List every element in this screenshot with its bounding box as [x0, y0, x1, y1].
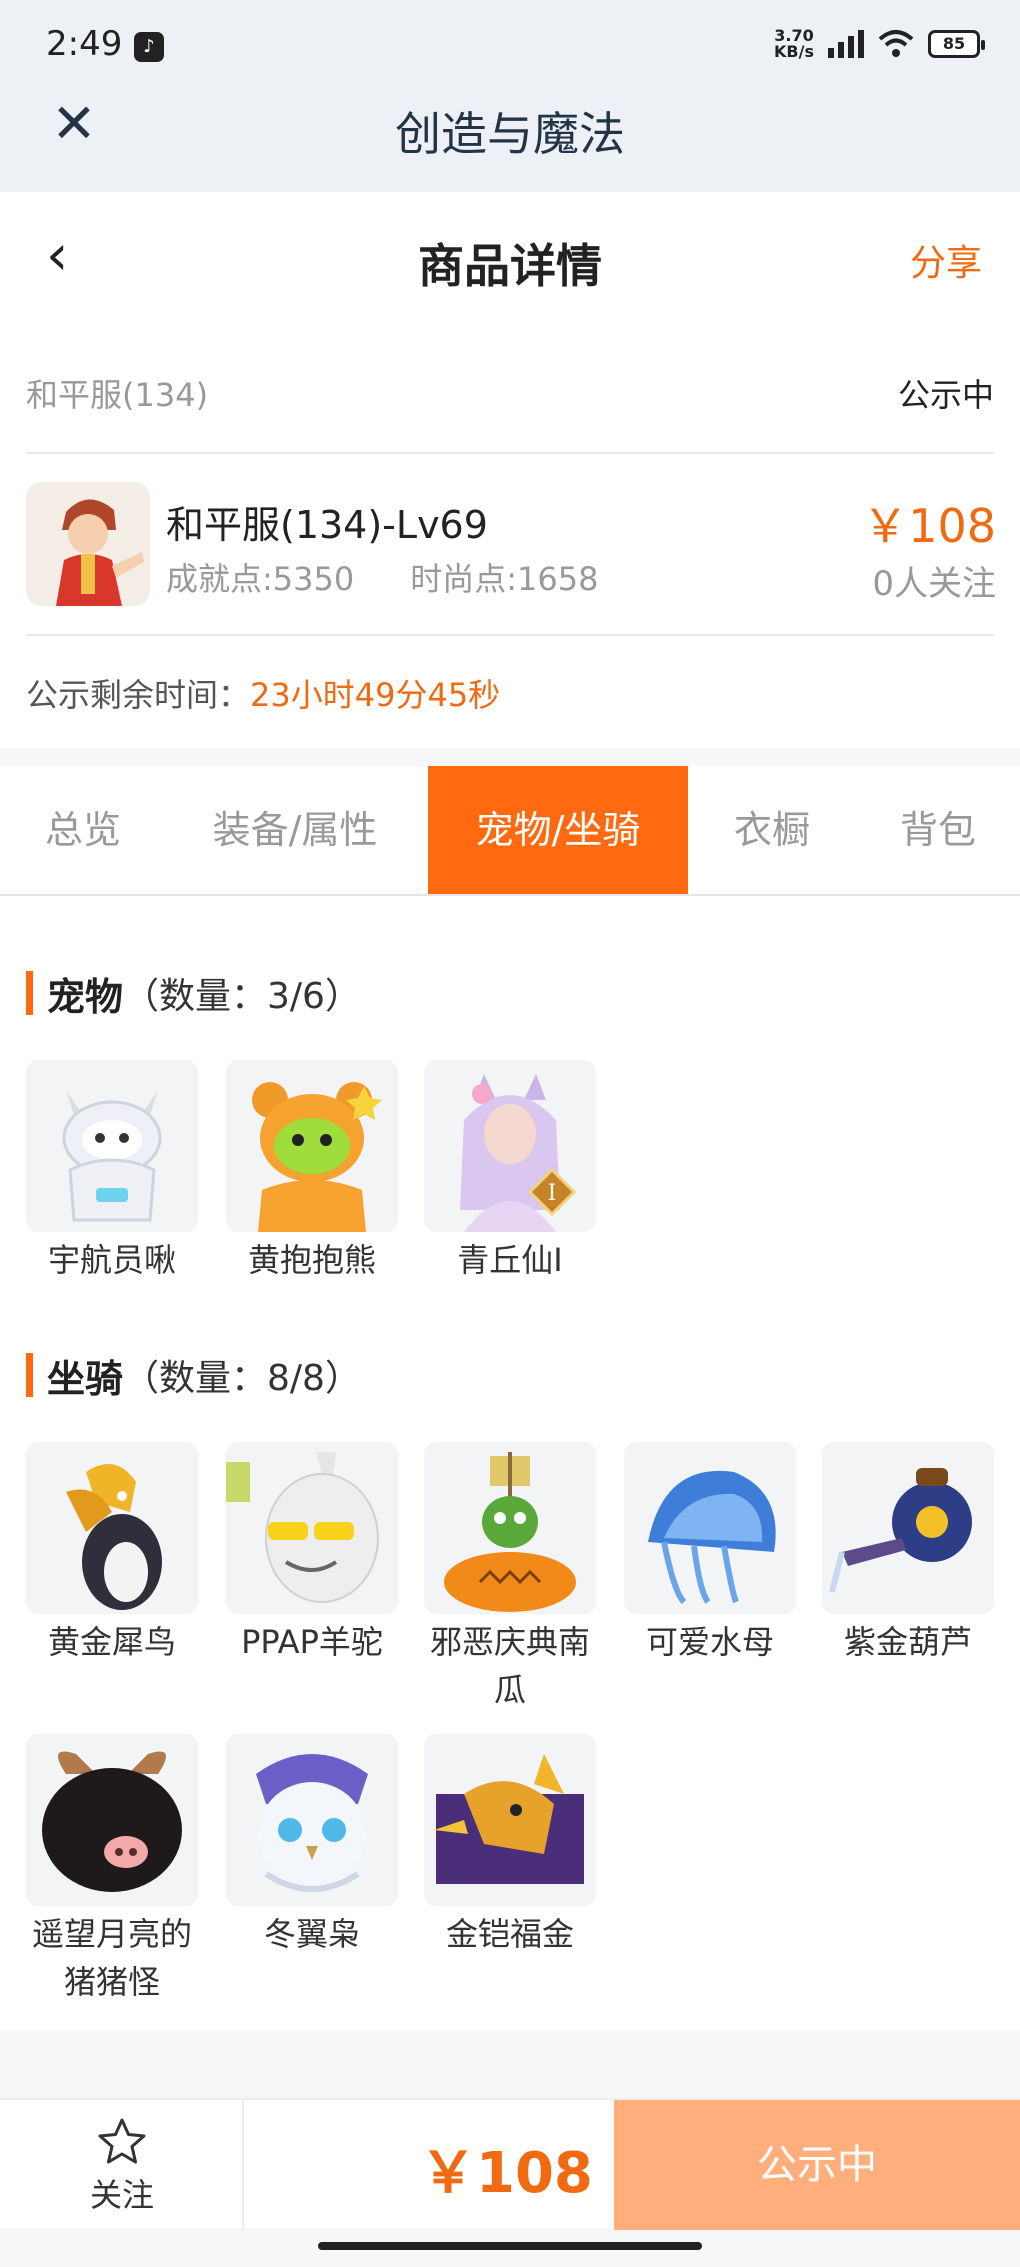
bottom-action-bar: 关注 ￥108 公示中 [0, 2098, 1020, 2230]
mount-item[interactable]: 黄金犀鸟 [26, 1442, 198, 1666]
mount-name: 可爱水母 [645, 1623, 774, 1661]
publicity-status-button[interactable]: 公示中 [614, 2100, 1020, 2230]
mounts-count: （数量：8/8） [123, 1358, 361, 1399]
section-marker [26, 1353, 33, 1397]
mount-name: 冬翼枭 [263, 1915, 360, 1953]
mount-item[interactable]: 遥望月亮的猪猪怪 [26, 1734, 198, 2006]
server-row: 和平服(134) 公示中 [26, 370, 994, 420]
page-title: 商品详情 [418, 239, 602, 293]
follow-button[interactable]: 关注 [0, 2100, 244, 2230]
status-icons: 3.70 KB/s 85 [774, 28, 985, 60]
pet-image: I [424, 1060, 596, 1232]
top-bar: 2:49 ♪ 3.70 KB/s 85 ✕ 创造与魔法 [0, 0, 1020, 192]
star-icon [98, 2118, 146, 2164]
mount-name: 金铠福金 [445, 1915, 574, 1953]
remaining-time: 23小时49分45秒 [250, 676, 501, 714]
mount-image [226, 1734, 398, 1906]
pets-count: （数量：3/6） [123, 976, 361, 1017]
section-marker [26, 971, 33, 1015]
mount-name: PPAP羊驼 [241, 1623, 383, 1661]
mount-image [26, 1442, 198, 1614]
detail-tabs: 总览 装备/属性 宠物/坐骑 衣橱 背包 [0, 766, 1020, 896]
mount-image [424, 1734, 596, 1906]
follower-count: 0人关注 [872, 564, 996, 604]
mount-item[interactable]: 紫金葫芦 [822, 1442, 994, 1666]
remaining-time-row: 公示剩余时间：23小时49分45秒 [26, 670, 500, 716]
pet-item[interactable]: I 青丘仙I [424, 1060, 596, 1284]
achievement-points: 成就点:5350 [166, 560, 355, 598]
pet-name: 宇航员啾 [47, 1241, 176, 1279]
mount-image [226, 1442, 398, 1614]
fashion-points: 时尚点:1658 [410, 560, 599, 598]
mount-image [424, 1442, 596, 1614]
mount-item[interactable]: 金铠福金 [424, 1734, 596, 1958]
svg-text:I: I [548, 1181, 557, 1206]
tab-overview[interactable]: 总览 [20, 766, 146, 894]
tab-pets-mounts[interactable]: 宠物/坐骑 [428, 766, 688, 894]
tab-equipment[interactable]: 装备/属性 [186, 766, 404, 894]
divider [26, 634, 994, 636]
bottom-price: ￥108 [420, 2141, 593, 2206]
divider [26, 452, 994, 454]
pet-name: 青丘仙I [457, 1241, 563, 1279]
signal-icon [828, 30, 864, 58]
server-name: 和平服(134) [26, 376, 209, 414]
home-indicator[interactable] [318, 2242, 702, 2250]
mount-image [822, 1442, 994, 1614]
character-name: 和平服(134)-Lv69 [166, 503, 488, 547]
mount-item[interactable]: 可爱水母 [624, 1442, 796, 1666]
pet-image [226, 1060, 398, 1232]
page-header: ‹ 商品详情 分享 [0, 192, 1020, 328]
product-card: 和平服(134) 公示中 和平服(134)-Lv69 成就点:5350 时尚点:… [0, 328, 1020, 748]
character-stats: 成就点:5350 时尚点:1658 [166, 554, 598, 600]
mount-name: 紫金葫芦 [843, 1623, 972, 1661]
mount-name: 黄金犀鸟 [47, 1623, 176, 1661]
pets-mounts-content: 宠物 （数量：3/6） 宇航员啾 黄抱抱熊 I 青丘仙I 坐骑 （数量：8/8）… [0, 896, 1020, 2030]
follow-label: 关注 [89, 2176, 154, 2214]
mounts-title: 坐骑 [47, 1356, 124, 1401]
mounts-section-title: 坐骑 （数量：8/8） [26, 1352, 361, 1401]
app-title: 创造与魔法 [395, 107, 625, 161]
mount-image [26, 1734, 198, 1906]
pet-name: 黄抱抱熊 [247, 1241, 376, 1279]
product-price: ￥108 [862, 499, 996, 553]
remaining-time-label: 公示剩余时间： [26, 676, 251, 714]
tab-backpack[interactable]: 背包 [878, 766, 998, 894]
status-time: 2:49 [46, 24, 123, 64]
battery-icon: 85 [928, 30, 985, 58]
character-avatar [26, 482, 150, 606]
mount-name: 邪恶庆典南瓜 [429, 1623, 590, 1709]
pets-title: 宠物 [47, 974, 124, 1019]
network-speed-unit: KB/s [774, 42, 814, 61]
mount-image [624, 1442, 796, 1614]
pet-item[interactable]: 宇航员啾 [26, 1060, 198, 1284]
share-button[interactable]: 分享 [910, 234, 982, 286]
mount-item[interactable]: 冬翼枭 [226, 1734, 398, 1958]
publicity-status: 公示中 [897, 376, 994, 414]
mount-item[interactable]: 邪恶庆典南瓜 [424, 1442, 596, 1714]
tab-wardrobe[interactable]: 衣橱 [714, 766, 830, 894]
network-speed: 3.70 KB/s [774, 28, 814, 60]
mount-item[interactable]: PPAP羊驼 [226, 1442, 398, 1666]
tiktok-icon: ♪ [134, 32, 164, 62]
pet-item[interactable]: 黄抱抱熊 [226, 1060, 398, 1284]
pet-image [26, 1060, 198, 1232]
wifi-icon [878, 30, 914, 57]
mount-name: 遥望月亮的猪猪怪 [31, 1915, 192, 2001]
pets-section-title: 宠物 （数量：3/6） [26, 970, 361, 1019]
